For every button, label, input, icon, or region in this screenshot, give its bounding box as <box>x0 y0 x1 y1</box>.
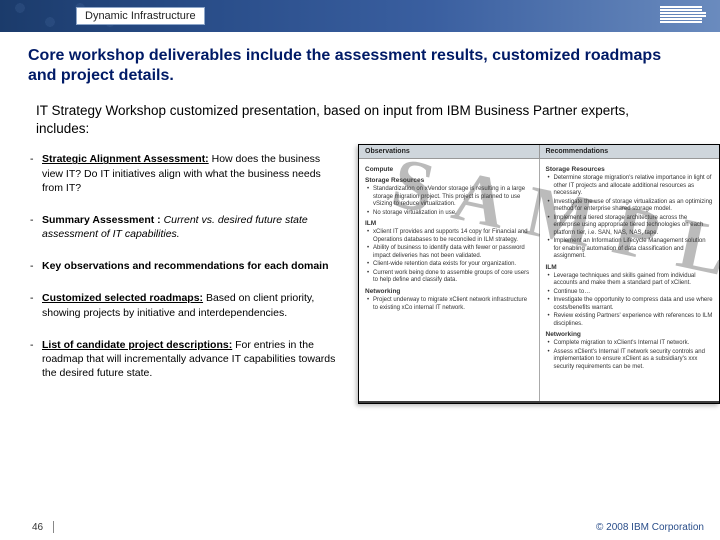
bullet-dash: - <box>30 152 42 195</box>
panel-col-recommendations: Storage ResourcesDetermine storage migra… <box>540 159 720 401</box>
bullet-list: -Strategic Alignment Assessment: How doe… <box>30 152 340 380</box>
footer-divider <box>53 521 54 533</box>
page-number-group: 46 <box>32 521 54 533</box>
bullet-text: Strategic Alignment Assessment: How does… <box>42 152 340 195</box>
panel-head-recommendations: Recommendations <box>540 145 720 158</box>
panel-col-observations: Compute Storage ResourcesStandardization … <box>359 159 540 401</box>
panel-section-item: Ability of business to identify data wit… <box>367 245 533 260</box>
slide-intro: IT Strategy Workshop customized presenta… <box>36 102 684 138</box>
panel-section-item: Client-wide retention data exists for yo… <box>367 261 533 269</box>
bullet-dash: - <box>30 291 42 319</box>
bullet-text: Key observations and recommendations for… <box>42 259 329 273</box>
bullet-text: Summary Assessment : Current vs. desired… <box>42 213 340 241</box>
panel-section-item: Investigate the opportunity to compress … <box>548 297 714 312</box>
panel-section-list: Leverage techniques and skills gained fr… <box>548 273 714 329</box>
slide-body: Core workshop deliverables include the a… <box>0 32 720 518</box>
panel-section-item: Leverage techniques and skills gained fr… <box>548 273 714 288</box>
bullet-item: -Strategic Alignment Assessment: How doe… <box>30 152 340 195</box>
panel-section-item: Assess xClient's Internal IT network sec… <box>548 349 714 372</box>
panel-section-title: Networking <box>365 288 533 296</box>
panel-section-list: Complete migration to xClient's Internal… <box>548 340 714 371</box>
panel-section-list: xClient IT provides and supports 14 copy… <box>367 229 533 285</box>
panel-section-item: Complete migration to xClient's Internal… <box>548 340 714 348</box>
footer: 46 © 2008 IBM Corporation <box>0 518 720 540</box>
panel-section-item: Implement an Information Lifecycle Manag… <box>548 238 714 261</box>
panel-section-item: xClient IT provides and supports 14 copy… <box>367 229 533 244</box>
panel-body: ComputeStorage ResourcesStandardization … <box>359 159 719 401</box>
bullet-dash: - <box>30 338 42 381</box>
bullet-item: -List of candidate project descriptions:… <box>30 338 340 381</box>
panel-section-item: Implement a tiered storage architecture … <box>548 215 714 238</box>
panel-section-item: Investigate the use of storage virtualiz… <box>548 199 714 214</box>
panel-section-item: Project underway to migrate xClient netw… <box>367 297 533 312</box>
panel-section-item: No storage virtualization in use. <box>367 210 533 218</box>
header-bar: Dynamic Infrastructure <box>0 0 720 32</box>
panel-section-title: Networking <box>546 331 714 339</box>
panel-section-item: Standardization on xVendor storage is re… <box>367 186 533 209</box>
panel-section-item: Determine storage migration's relative i… <box>548 175 714 198</box>
bullet-item: -Key observations and recommendations fo… <box>30 259 340 273</box>
panel-section-list: Determine storage migration's relative i… <box>548 175 714 261</box>
panel-section-title: Storage Resources <box>365 177 533 185</box>
panel-section-title: ILM <box>365 220 533 228</box>
panel-section-list: Project underway to migrate xClient netw… <box>367 297 533 312</box>
bullet-dash: - <box>30 213 42 241</box>
bullet-text: Customized selected roadmaps: Based on c… <box>42 291 340 319</box>
panel-group-title: Compute <box>365 166 533 174</box>
panel-section-item: Continue to… <box>548 289 714 297</box>
panel-section-item: Review existing Partners' experience wit… <box>548 313 714 328</box>
panel-section-item: Current work being done to assemble grou… <box>367 270 533 285</box>
bullet-text: List of candidate project descriptions: … <box>42 338 340 381</box>
panel-section-list: Standardization on xVendor storage is re… <box>367 186 533 217</box>
ibm-logo-icon <box>660 6 706 23</box>
copyright: © 2008 IBM Corporation <box>596 522 704 533</box>
bullet-item: -Summary Assessment : Current vs. desire… <box>30 213 340 241</box>
panel-section-title: ILM <box>546 264 714 272</box>
tagline: Dynamic Infrastructure <box>76 7 205 25</box>
slide-title: Core workshop deliverables include the a… <box>28 46 692 86</box>
sample-panel: Observations Recommendations Compute Stor… <box>358 144 720 404</box>
panel-section-title: Storage Resources <box>546 166 714 174</box>
panel-head-observations: Observations <box>359 145 540 158</box>
panel-header-row: Observations Recommendations <box>359 145 719 159</box>
bullet-dash: - <box>30 259 42 273</box>
bullet-item: -Customized selected roadmaps: Based on … <box>30 291 340 319</box>
page-number: 46 <box>32 522 43 533</box>
